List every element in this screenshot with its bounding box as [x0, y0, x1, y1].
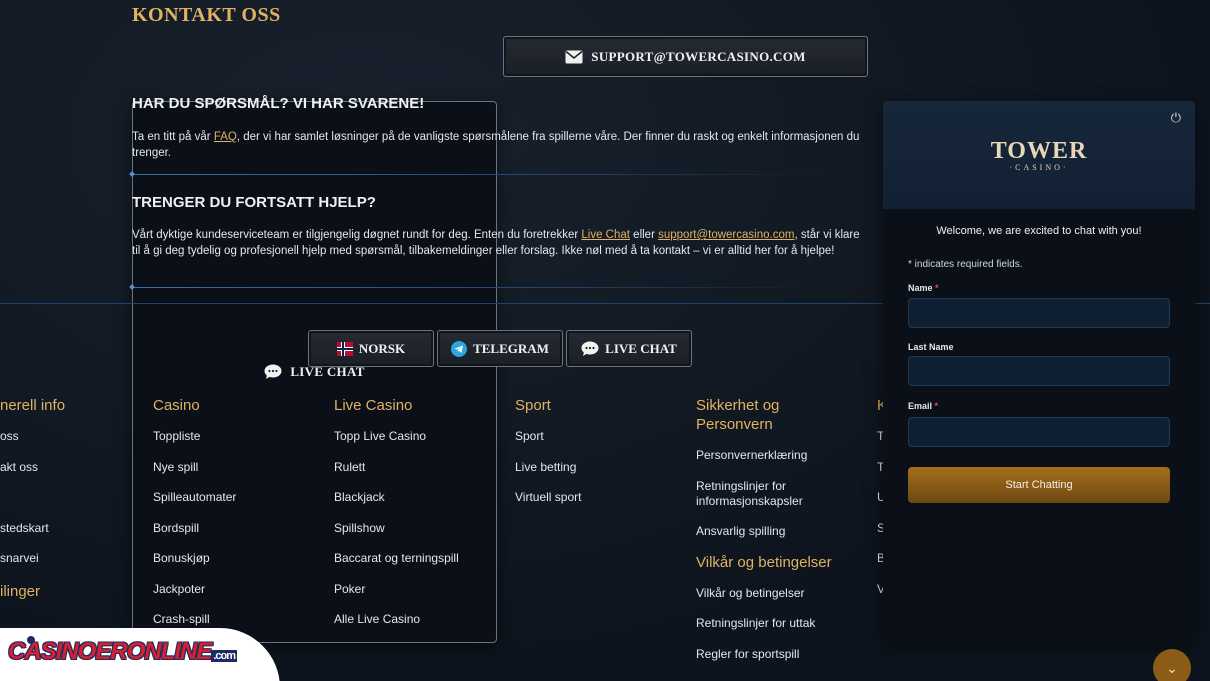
footer-link[interactable]: Ansvarlig spilling [696, 524, 846, 539]
faq-text-before: Ta en titt på vår [132, 131, 214, 143]
badge-logo-text: CASINOERONLINE .com [8, 638, 238, 666]
norsk-label: NORSK [358, 340, 406, 356]
contact-section: KONTAKT OSS LIVE CHAT SUPPORT@TOWERCASIN… [132, 0, 868, 643]
footer-link[interactable]: Retningslinjer for uttak [696, 616, 846, 631]
footer-heading: Vilkår og betingelser [696, 553, 832, 571]
footer-link[interactable]: oss [0, 429, 140, 444]
email-label-text: Email [908, 401, 933, 411]
email-label: Email * [908, 401, 938, 411]
required-star: * [934, 401, 939, 411]
chat-header: ⏻ TOWER ·CASINO· [883, 101, 1195, 209]
telegram-button[interactable]: TELEGRAM [437, 330, 563, 367]
footer-column-general-info: nerell info oss akt oss stedskart snarve… [0, 396, 140, 615]
contact-title: KONTAKT OSS [132, 4, 281, 26]
email-support-button[interactable]: SUPPORT@TOWERCASINO.COM [503, 36, 868, 77]
faq-paragraph: Ta en titt på vår FAQ, der vi har samlet… [132, 129, 868, 161]
footer-link[interactable]: Regler for sportspill [696, 647, 846, 662]
footer-column-sport: Sport Sport Live betting Virtuell sport [515, 396, 685, 521]
badge-online-text: ONLINE [126, 638, 213, 665]
footer-heading: nerell info [0, 397, 66, 414]
footer-column-live-casino: Live Casino Topp Live Casino Rulett Blac… [334, 396, 504, 643]
footer-link[interactable]: Live betting [515, 460, 685, 475]
email-field[interactable] [908, 417, 1170, 447]
footer-link[interactable]: Jackpoter [153, 582, 323, 597]
footer-link[interactable]: Poker [334, 582, 504, 597]
telegram-label: TELEGRAM [473, 340, 549, 356]
logo-sub-text: ·CASINO· [1009, 163, 1069, 172]
chat-widget: ⏻ TOWER ·CASINO· Welcome, we are excited… [883, 101, 1195, 643]
footer-link[interactable]: Personvernerklæring [696, 448, 846, 463]
footer-link[interactable]: Rulett [334, 460, 504, 475]
chevron-down-icon: ⌄ [1166, 659, 1178, 676]
norway-flag-icon [336, 341, 353, 356]
footer-live-chat-label: LIVE CHAT [605, 340, 677, 356]
envelope-icon [565, 50, 583, 63]
badge-com-text: .com [211, 650, 238, 662]
chat-welcome-text: Welcome, we are excited to chat with you… [936, 225, 1142, 237]
footer-link[interactable]: Baccarat og terningspill [334, 551, 504, 566]
footer-heading: Live Casino [334, 397, 413, 414]
badge-casinoer-text: CASINOER [8, 638, 128, 665]
footer-link[interactable]: Alle Live Casino [334, 612, 504, 627]
power-icon[interactable]: ⏻ [1171, 110, 1181, 126]
start-chatting-button[interactable]: Start Chatting [908, 467, 1170, 503]
language-norsk-button[interactable]: NORSK [308, 330, 434, 367]
footer-link[interactable]: Spillshow [334, 521, 504, 536]
footer-link[interactable]: Crash-spill [153, 612, 323, 627]
footer-link[interactable] [0, 490, 140, 505]
help-text-1: Vårt dyktige kundeserviceteam er tilgjen… [132, 229, 582, 241]
footer-heading: ilinger [0, 583, 41, 600]
name-field[interactable] [908, 298, 1170, 328]
faq-heading: HAR DU SPØRSMÅL? VI HAR SVARENE! [132, 95, 425, 112]
footer-heading: Sikkerhet og Personvern [696, 397, 780, 433]
footer-link[interactable]: Nye spill [153, 460, 323, 475]
footer-column-security: Sikkerhet og Personvern Personvernerklær… [696, 396, 846, 677]
footer-link[interactable]: Virtuell sport [515, 490, 685, 505]
footer-heading: Sport [515, 397, 551, 414]
footer-link[interactable]: snarvei [0, 551, 140, 566]
footer-link[interactable]: Topp Live Casino [334, 429, 504, 444]
section-divider [132, 287, 822, 288]
email-support-label: SUPPORT@TOWERCASINO.COM [591, 48, 806, 64]
help-email-link[interactable]: support@towercasino.com [658, 229, 794, 241]
help-live-chat-link[interactable]: Live Chat [581, 229, 630, 241]
name-label-text: Name [908, 283, 933, 293]
faq-text-after: , der vi har samlet løsninger på de vanl… [132, 131, 860, 159]
help-text-2: eller [629, 229, 659, 241]
last-name-field[interactable] [908, 356, 1170, 386]
footer-link[interactable]: stedskart [0, 521, 140, 536]
casinoeronline-badge[interactable]: CASINOERONLINE .com [0, 628, 280, 681]
footer-link[interactable]: Spilleautomater [153, 490, 323, 505]
footer-link[interactable]: Bonuskjøp [153, 551, 323, 566]
name-label: Name * [908, 283, 939, 293]
logo-main-text: TOWER [990, 138, 1088, 164]
footer-link[interactable]: Bordspill [153, 521, 323, 536]
required-fields-note: * indicates required fields. [908, 259, 1023, 270]
faq-link[interactable]: FAQ [214, 131, 237, 143]
footer-link[interactable]: akt oss [0, 460, 140, 475]
chat-bubble-icon [264, 364, 282, 379]
chat-bubble-icon [581, 341, 599, 356]
required-star: * [935, 283, 939, 293]
help-heading: TRENGER DU FORTSATT HJELP? [132, 194, 376, 211]
footer-column-casino: Casino Toppliste Nye spill Spilleautomat… [153, 396, 323, 643]
tower-casino-logo: TOWER ·CASINO· [883, 139, 1195, 173]
footer-link[interactable]: Sport [515, 429, 685, 444]
help-paragraph: Vårt dyktige kundeserviceteam er tilgjen… [132, 227, 868, 259]
footer-heading: Casino [153, 397, 200, 414]
last-name-label: Last Name [908, 342, 954, 352]
telegram-icon [451, 340, 468, 357]
footer-link[interactable]: Toppliste [153, 429, 323, 444]
footer-link[interactable]: Retningslinjer for informasjonskapsler [696, 479, 846, 509]
footer-link[interactable]: Blackjack [334, 490, 504, 505]
footer-live-chat-button[interactable]: LIVE CHAT [566, 330, 692, 367]
section-divider [132, 174, 822, 175]
scroll-down-button[interactable]: ⌄ [1153, 649, 1191, 681]
footer-link[interactable]: Vilkår og betingelser [696, 586, 846, 601]
